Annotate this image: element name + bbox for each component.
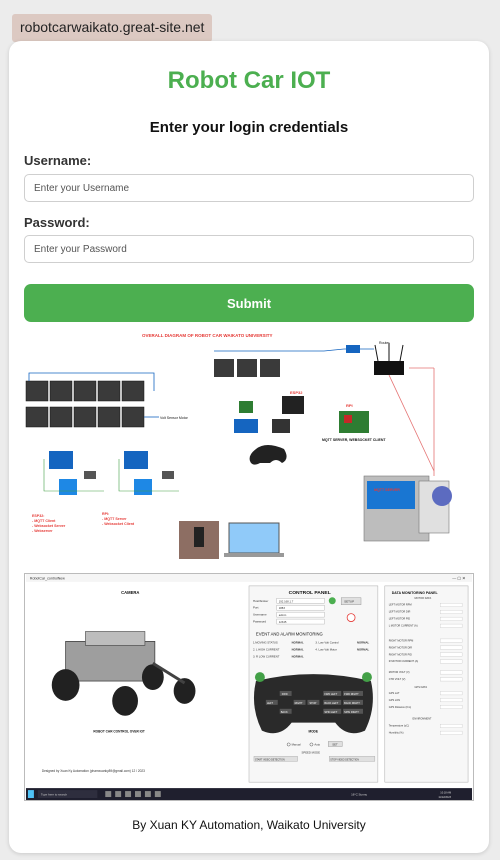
svg-text:SETUP: SETUP [344, 600, 354, 604]
svg-text:BACK LEFT: BACK LEFT [324, 701, 338, 705]
svg-text:GPS LAT: GPS LAT [389, 691, 400, 695]
svg-text:RIGHT: RIGHT [295, 701, 303, 705]
password-input[interactable] [24, 235, 474, 263]
svg-text:START VIDEO DETECTION: START VIDEO DETECTION [255, 758, 285, 761]
svg-text:SPIN RIGHT: SPIN RIGHT [344, 710, 359, 714]
svg-text:GPS Distance (Km): GPS Distance (Km) [389, 705, 412, 709]
svg-text:Auto: Auto [314, 742, 320, 746]
svg-text:SPIN LEFT: SPIN LEFT [324, 710, 337, 714]
svg-text:RPI:: RPI: [102, 512, 109, 516]
data-panel-title: DATA MONITORING PANEL [392, 591, 439, 595]
control-panel-title: CONTROL PANEL [289, 590, 331, 596]
taskbar-search: Type here to search [41, 793, 68, 797]
svg-text:Username: Username [253, 613, 267, 617]
svg-text:Manual: Manual [292, 742, 301, 746]
svg-text:NORMAL: NORMAL [357, 647, 369, 651]
svg-text:SET: SET [332, 742, 338, 746]
svg-text:SPEED MODE: SPEED MODE [302, 750, 321, 754]
rpi-label: RPI [346, 403, 353, 408]
svg-text:- Websocket Server: - Websocket Server [32, 524, 66, 528]
svg-text:RIGHT MOTOR PID: RIGHT MOTOR PID [389, 652, 412, 656]
svg-text:Temperature (oC): Temperature (oC) [389, 724, 409, 728]
svg-text:Host/broker: Host/broker [253, 599, 268, 603]
svg-text:LEFT MOTOR DIR: LEFT MOTOR DIR [389, 610, 411, 614]
designer-credit: Designed by Xuan Ky Automation (phamxuan… [42, 769, 145, 773]
mqtt-server-pc-label: MQTT SERVER [374, 488, 400, 492]
svg-text:FWD RIGHT: FWD RIGHT [344, 692, 359, 696]
svg-text:- MQTT Server: - MQTT Server [102, 517, 127, 521]
svg-text:NORMAL: NORMAL [292, 647, 304, 651]
svg-text:BACK RIGHT: BACK RIGHT [344, 701, 360, 705]
password-label: Password: [24, 215, 90, 230]
svg-text:GPS LON: GPS LON [389, 698, 401, 702]
svg-text:Port: Port [253, 606, 259, 610]
svg-text:STOP: STOP [309, 701, 316, 705]
svg-text:STOP VIDEO DETECTION: STOP VIDEO DETECTION [330, 758, 359, 761]
svg-text:L MOTOR CURRENT (A): L MOTOR CURRENT (A) [389, 624, 418, 628]
svg-text:3. Low Volt Control: 3. Low Volt Control [315, 640, 339, 644]
svg-text:1.MOVING STATUS: 1.MOVING STATUS [253, 640, 278, 644]
svg-text:NORMAL: NORMAL [357, 640, 369, 644]
svg-text:RIGHT MOTOR RPM: RIGHT MOTOR RPM [389, 638, 414, 642]
mode-label: MODE [308, 730, 317, 734]
svg-text:LEFT MOTOR RPM: LEFT MOTOR RPM [389, 603, 412, 607]
camera-label: CAMERA [121, 590, 139, 595]
username-label: Username: [24, 153, 92, 168]
svg-text:4. Low Volt Motor: 4. Low Volt Motor [315, 647, 336, 651]
svg-text:NORMAL: NORMAL [292, 654, 304, 658]
svg-text:2. L HIGH CURRENT: 2. L HIGH CURRENT [253, 647, 280, 651]
event-monitor-title: EVENT AND ALARM MONITORING [256, 631, 323, 636]
svg-text:— ▢ ✕: — ▢ ✕ [452, 575, 465, 580]
svg-text:ESP32:: ESP32: [32, 514, 44, 518]
svg-text:BACK: BACK [281, 710, 288, 714]
svg-text:CTR VOLT (V): CTR VOLT (V) [389, 677, 406, 681]
svg-text:3. R LOW CURRENT: 3. R LOW CURRENT [253, 654, 280, 658]
site-url-tab[interactable]: robotcarwaikato.great-site.net [12, 14, 213, 42]
login-card: Robot Car IOT Enter your login credentia… [9, 41, 489, 853]
svg-text:R MOTOR CURRENT (A): R MOTOR CURRENT (A) [389, 659, 419, 663]
svg-text:RIGHT MOTOR DIR: RIGHT MOTOR DIR [389, 645, 412, 649]
svg-text:Humidity (%): Humidity (%) [389, 731, 404, 735]
svg-text:MOTOR VOLT (V): MOTOR VOLT (V) [389, 670, 410, 674]
control-app-screenshot: RobotCar_controlNew — ▢ ✕ CAMERA ROBOT C… [24, 573, 474, 801]
mqtt-websocket-label: MQTT SERVER, WEBSOCKET CLIENT [322, 438, 386, 442]
svg-text:- Webserver: - Webserver [32, 529, 53, 533]
username-input[interactable] [24, 174, 474, 202]
login-subtitle: Enter your login credentials [149, 119, 349, 136]
svg-text:12345: 12345 [279, 620, 287, 624]
svg-text:10:18 AM: 10:18 AM [440, 791, 451, 795]
app-window-title: RobotCar_controlNew [30, 576, 65, 580]
volt-sensor-label: Volt Sensor Motor [160, 416, 189, 420]
diagram-heading: OVERALL DIAGRAM OF ROBOT CAR WAIKATO UNI… [142, 333, 273, 338]
submit-button[interactable]: Submit [24, 284, 474, 322]
svg-text:- MQTT Client: - MQTT Client [32, 519, 56, 523]
svg-text:16°C Sunny: 16°C Sunny [351, 793, 367, 797]
svg-text:192.168.1.7: 192.168.1.7 [279, 599, 294, 603]
esp32-label: ESP32 [290, 390, 303, 395]
page-title: Robot Car IOT [167, 67, 331, 94]
svg-text:GPS DATA: GPS DATA [415, 685, 428, 689]
svg-text:11/12/2023: 11/12/2023 [438, 795, 451, 799]
svg-text:NORMAL: NORMAL [292, 640, 304, 644]
svg-text:ENVIRONMENT: ENVIRONMENT [413, 717, 432, 721]
svg-text:FWD: FWD [282, 692, 288, 696]
svg-text:1883: 1883 [279, 606, 286, 610]
svg-text:admin: admin [279, 613, 287, 617]
router-label: Router [379, 341, 390, 345]
svg-text:FWD LEFT: FWD LEFT [324, 692, 337, 696]
svg-text:- Websocket Client: - Websocket Client [102, 522, 135, 526]
svg-text:Password: Password [253, 620, 266, 624]
robot-caption: ROBOT CAR CONTROL OVER IOT [93, 730, 145, 734]
svg-text:LEFT MOTOR PID: LEFT MOTOR PID [389, 617, 411, 621]
svg-text:LEFT: LEFT [267, 701, 274, 705]
footer-credit: By Xuan KY Automation, Waikato Universit… [132, 818, 366, 832]
system-diagram-image: OVERALL DIAGRAM OF ROBOT CAR WAIKATO UNI… [24, 331, 474, 559]
svg-text:MOTOR DATA: MOTOR DATA [415, 596, 432, 600]
